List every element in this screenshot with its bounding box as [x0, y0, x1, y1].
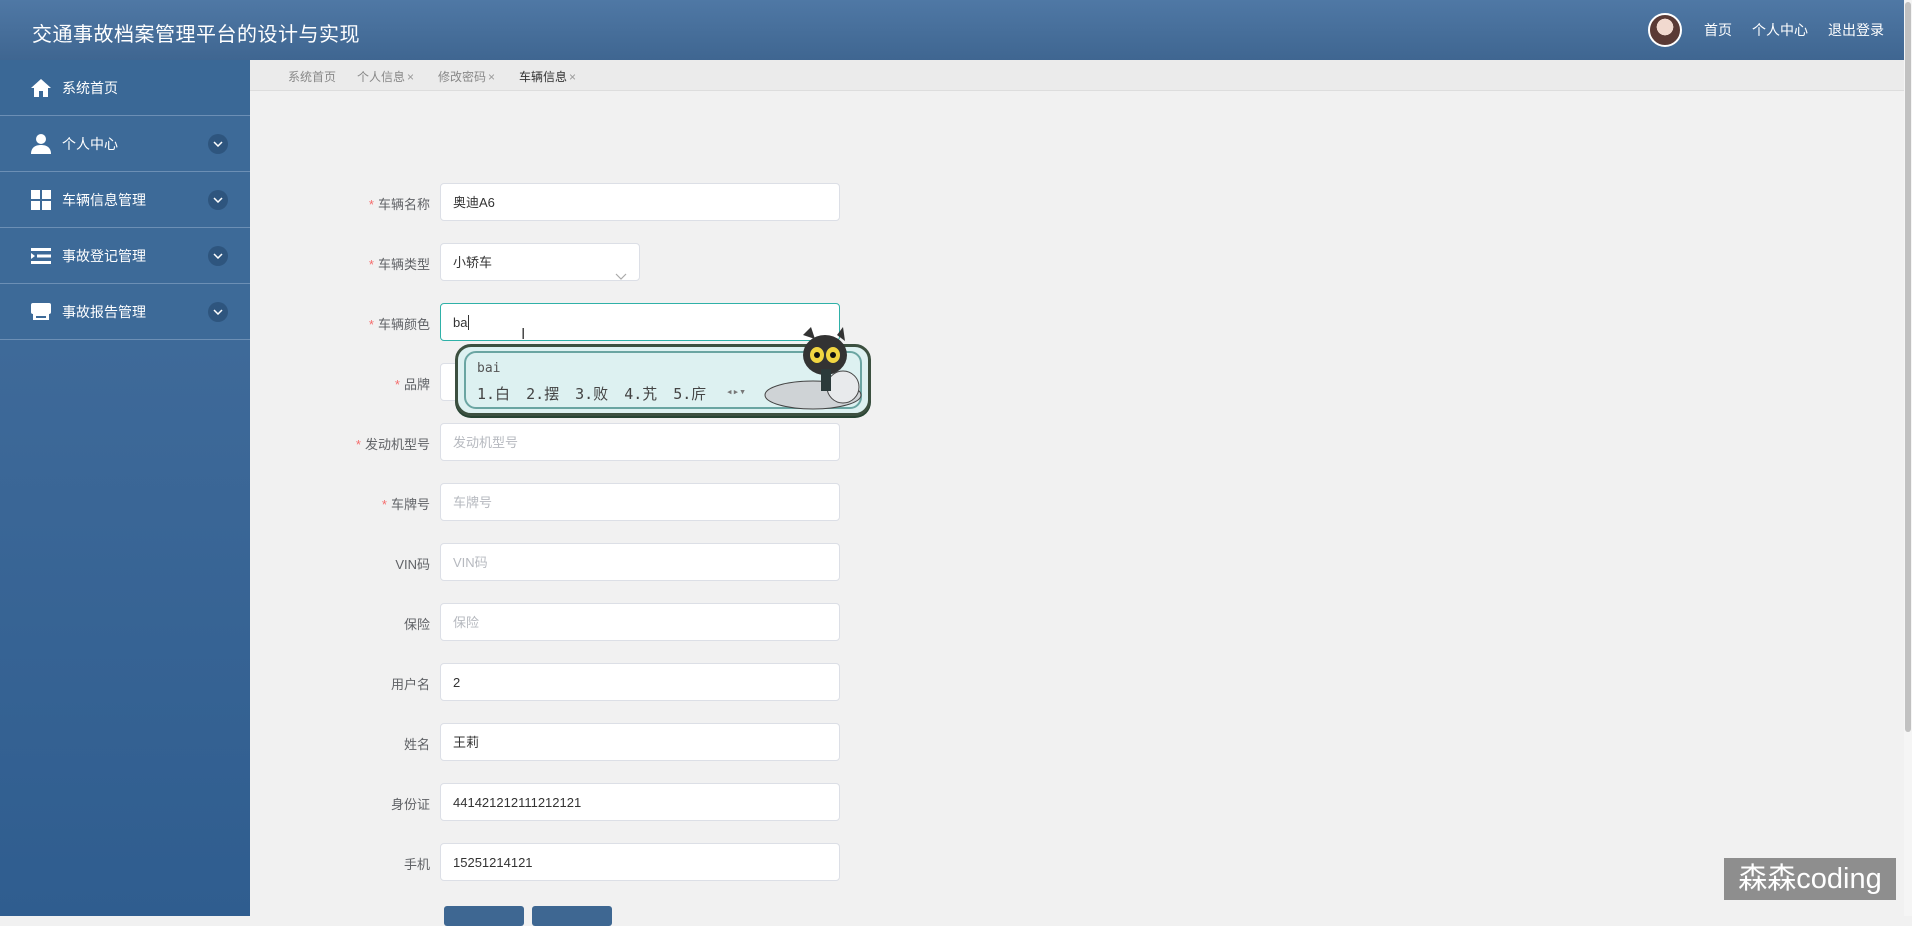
scrollbar-thumb[interactable]: [1905, 2, 1911, 732]
close-icon[interactable]: ×: [488, 70, 495, 84]
vehicle-color-row: * 车辆颜色 ba: [250, 303, 850, 343]
sidebar-item-label: 车辆信息管理: [62, 191, 146, 208]
sidebar-item-label: 事故报告管理: [62, 303, 146, 320]
id-card-row: 身份证 441421212111212121: [250, 783, 850, 823]
plate-number-row: * 车牌号 车牌号: [250, 483, 850, 523]
field-label: 手机: [403, 857, 430, 872]
sidebar-item-home[interactable]: 系统首页: [0, 60, 250, 116]
field-label: * 车牌号: [381, 497, 430, 512]
tab-label: 修改密码: [438, 70, 487, 84]
plate-number-input[interactable]: 车牌号: [440, 483, 840, 521]
sidebar-item-accident-registration[interactable]: 事故登记管理: [0, 228, 250, 284]
tab-label: 车辆信息: [519, 70, 568, 84]
chevron-down-icon[interactable]: [208, 246, 228, 266]
insurance-input[interactable]: 保险: [440, 603, 840, 641]
field-label: 姓名: [403, 737, 430, 752]
ime-candidate[interactable]: 4.艽: [624, 385, 657, 403]
ime-candidate[interactable]: 3.败: [575, 385, 608, 403]
field-label: VIN码: [395, 557, 430, 572]
chevron-down-icon[interactable]: [208, 190, 228, 210]
vehicle-color-value: ba: [453, 315, 468, 330]
tab-label: 个人信息: [357, 70, 406, 84]
field-label: * 车辆颜色: [368, 317, 430, 332]
id-card-input[interactable]: 441421212111212121: [440, 783, 840, 821]
ime-mascot-icon: [764, 327, 862, 410]
sidebar-item-profile[interactable]: 个人中心: [0, 116, 250, 172]
sidebar: 系统首页 个人中心 车辆信息管理 事故登记管理 事故报告管理: [0, 60, 250, 916]
sidebar-item-label: 个人中心: [62, 135, 118, 152]
close-icon[interactable]: ×: [407, 70, 414, 84]
ime-candidate[interactable]: 1.白: [477, 385, 510, 403]
tab-change-password[interactable]: 修改密码 ×: [438, 68, 495, 85]
vehicle-type-row: * 车辆类型 小轿车: [250, 243, 850, 283]
vin-input[interactable]: VIN码: [440, 543, 840, 581]
phone-input[interactable]: 15251214121: [440, 843, 840, 881]
sidebar-item-label: 系统首页: [62, 79, 118, 96]
home-icon: [28, 76, 54, 100]
vehicle-type-value: 小轿车: [453, 255, 493, 270]
chevron-down-icon[interactable]: [208, 302, 228, 322]
vehicle-name-row: * 车辆名称 奥迪A6: [250, 183, 850, 223]
page-scrollbar[interactable]: [1904, 0, 1912, 916]
ime-candidate[interactable]: 5.庍: [673, 385, 706, 403]
field-label: * 车辆类型: [368, 257, 430, 272]
breadcrumb-tabs: 系统首页 个人信息 × 修改密码 × 车辆信息 ×: [250, 60, 1904, 91]
avatar[interactable]: [1648, 13, 1682, 47]
top-header: 交通事故档案管理平台的设计与实现 首页 个人中心 退出登录: [0, 0, 1904, 60]
name-input[interactable]: 王莉: [440, 723, 840, 761]
store-icon: [28, 300, 54, 324]
username-input[interactable]: 2: [440, 663, 840, 701]
field-label: 保险: [403, 617, 430, 632]
username-row: 用户名 2: [250, 663, 850, 703]
ime-page-arrows-icon[interactable]: ◂▸▾: [726, 385, 746, 398]
submit-button[interactable]: [444, 906, 524, 926]
watermark: 森森coding: [1724, 858, 1896, 900]
field-label: 用户名: [390, 677, 430, 692]
ime-typed-text: bai: [477, 361, 501, 376]
ime-candidates: 1.白 2.摆 3.败 4.艽 5.庍: [477, 383, 722, 404]
tab-personal-info[interactable]: 个人信息 ×: [357, 68, 414, 85]
sidebar-item-accident-report[interactable]: 事故报告管理: [0, 284, 250, 340]
user-icon: [28, 132, 54, 156]
engine-model-row: * 发动机型号 发动机型号: [250, 423, 850, 463]
engine-model-input[interactable]: 发动机型号: [440, 423, 840, 461]
logout-link[interactable]: 退出登录: [1828, 20, 1884, 40]
tab-vehicle-info[interactable]: 车辆信息 ×: [519, 68, 576, 85]
field-label: * 发动机型号: [355, 437, 430, 452]
field-label: 身份证: [390, 797, 430, 812]
insurance-row: 保险 保险: [250, 603, 850, 643]
field-label: * 品牌: [394, 377, 430, 392]
sidebar-item-label: 事故登记管理: [62, 247, 146, 264]
vehicle-name-input[interactable]: 奥迪A6: [440, 183, 840, 221]
vehicle-type-select[interactable]: 小轿车: [440, 243, 640, 281]
list-icon: [28, 244, 54, 268]
cancel-button[interactable]: [532, 906, 612, 926]
ime-candidate[interactable]: 2.摆: [526, 385, 559, 403]
sidebar-item-vehicle[interactable]: 车辆信息管理: [0, 172, 250, 228]
header-actions: 首页 个人中心 退出登录: [1648, 0, 1884, 60]
grid-icon: [28, 188, 54, 212]
text-caret: [468, 315, 470, 330]
vin-row: VIN码 VIN码: [250, 543, 850, 583]
chevron-down-icon[interactable]: [208, 134, 228, 154]
phone-row: 手机 15251214121: [250, 843, 850, 883]
chevron-down-icon: [615, 258, 627, 296]
tab-home[interactable]: 系统首页: [288, 68, 336, 85]
home-link[interactable]: 首页: [1704, 20, 1732, 40]
text-cursor-icon: I: [521, 326, 526, 343]
name-row: 姓名 王莉: [250, 723, 850, 763]
tab-label: 系统首页: [288, 70, 337, 84]
field-label: * 车辆名称: [368, 197, 430, 212]
profile-link[interactable]: 个人中心: [1752, 20, 1808, 40]
close-icon[interactable]: ×: [569, 70, 576, 84]
app-title: 交通事故档案管理平台的设计与实现: [32, 24, 360, 46]
ime-candidate-popup: bai 1.白 2.摆 3.败 4.艽 5.庍 ◂▸▾: [455, 327, 871, 416]
